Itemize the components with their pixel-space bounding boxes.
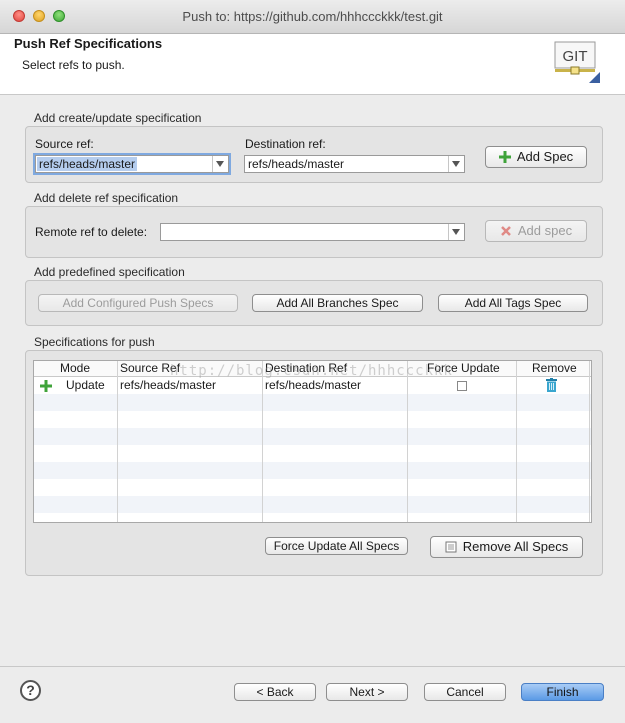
window-title: Push to: https://github.com/hhhccckkk/te…: [182, 9, 443, 24]
page-subtitle: Select refs to push.: [22, 58, 125, 72]
add-row-icon: [40, 380, 52, 392]
git-logo-icon: GIT: [554, 41, 600, 83]
row-mode[interactable]: Update: [66, 377, 105, 394]
predefined-group-label: Add predefined specification: [34, 265, 185, 279]
destination-ref-label: Destination ref:: [245, 137, 326, 151]
add-all-branches-spec-button[interactable]: Add All Branches Spec: [252, 294, 423, 312]
create-update-group: Source ref: Destination ref: refs/heads/…: [25, 126, 603, 183]
chevron-down-icon[interactable]: [448, 224, 464, 240]
delete-group-label: Add delete ref specification: [34, 191, 179, 205]
specs-table[interactable]: Mode Source Ref Destination Ref Force Up…: [33, 360, 592, 523]
trash-icon[interactable]: [546, 378, 557, 392]
delete-x-icon: [501, 225, 511, 236]
remove-all-specs-button-label: Remove All Specs: [462, 539, 569, 554]
chevron-down-icon[interactable]: [448, 156, 464, 172]
plus-icon: [498, 150, 511, 163]
specs-group-label: Specifications for push: [34, 335, 155, 349]
source-ref-value: refs/heads/master: [37, 157, 138, 171]
back-button[interactable]: < Back: [234, 683, 316, 701]
page-title: Push Ref Specifications: [14, 36, 163, 51]
wizard-header: Push Ref Specifications Select refs to p…: [0, 34, 625, 95]
delete-group: Remote ref to delete: Add spec: [25, 206, 603, 258]
create-update-group-label: Add create/update specification: [34, 111, 202, 125]
add-spec-button-label: Add Spec: [516, 149, 574, 164]
remove-all-icon: [445, 541, 457, 553]
row-destination-ref[interactable]: refs/heads/master: [265, 377, 361, 394]
remote-ref-combo[interactable]: [160, 223, 465, 241]
destination-ref-value: refs/heads/master: [248, 157, 345, 171]
chevron-down-icon[interactable]: [212, 156, 228, 172]
svg-text:GIT: GIT: [563, 48, 588, 65]
watermark-text: http://blog.csdn.net/hhhccckkk: [170, 363, 453, 379]
row-source-ref[interactable]: refs/heads/master: [120, 377, 216, 394]
footer-separator: [0, 666, 625, 667]
next-button[interactable]: Next >: [326, 683, 408, 701]
add-all-tags-spec-button[interactable]: Add All Tags Spec: [438, 294, 588, 312]
source-ref-label: Source ref:: [35, 137, 94, 151]
finish-button[interactable]: Finish: [521, 683, 604, 701]
add-delete-spec-button[interactable]: Add spec: [485, 220, 587, 242]
add-delete-spec-button-label: Add spec: [517, 223, 573, 238]
column-header-mode[interactable]: Mode: [60, 361, 90, 376]
add-configured-push-specs-button[interactable]: Add Configured Push Specs: [38, 294, 238, 312]
force-update-checkbox[interactable]: [457, 381, 467, 391]
cancel-button[interactable]: Cancel: [424, 683, 506, 701]
destination-ref-combo[interactable]: refs/heads/master: [244, 155, 465, 173]
source-ref-combo[interactable]: refs/heads/master: [35, 155, 229, 173]
column-header-remove[interactable]: Remove: [532, 361, 577, 376]
predefined-group: Add Configured Push Specs Add All Branch…: [25, 280, 603, 326]
window-titlebar: Push to: https://github.com/hhhccckkk/te…: [0, 0, 625, 34]
remote-ref-label: Remote ref to delete:: [35, 225, 148, 239]
help-button[interactable]: ?: [20, 680, 41, 701]
remove-all-specs-button[interactable]: Remove All Specs: [430, 536, 583, 558]
add-spec-button[interactable]: Add Spec: [485, 146, 587, 168]
force-update-all-specs-button[interactable]: Force Update All Specs: [265, 537, 408, 555]
